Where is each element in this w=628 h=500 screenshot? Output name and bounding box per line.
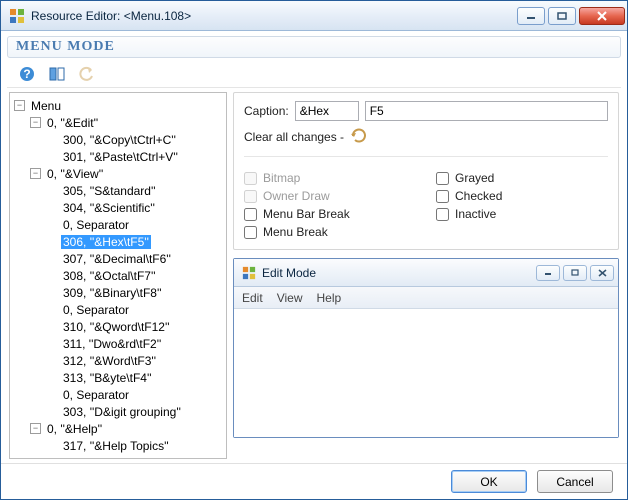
maximize-button[interactable] (548, 7, 576, 25)
window-buttons (517, 7, 625, 25)
preview-close-button[interactable] (590, 265, 614, 281)
tree-item-node[interactable]: 310, ''&Qword\tF12'' (46, 318, 226, 335)
tree-item-node[interactable]: 308, ''&Octal\tF7'' (46, 267, 226, 284)
preview-minimize-button[interactable] (536, 265, 560, 281)
menu-break-checkbox[interactable]: Menu Break (244, 225, 416, 239)
preview-titlebar[interactable]: Edit Mode (234, 259, 618, 287)
undo-icon[interactable] (77, 64, 97, 84)
tree-item-node[interactable]: 301, ''&Paste\tCtrl+V'' (46, 148, 226, 165)
preview-title: Edit Mode (262, 266, 536, 280)
properties-pane: Caption: Clear all changes - Bitmap Gray… (233, 92, 619, 459)
tree-item-node[interactable]: 0, Separator (46, 454, 226, 459)
preview-menubar: Edit View Help (234, 287, 618, 309)
main-area: −Menu−0, ''&Edit''300, ''&Copy\tCtrl+C''… (1, 88, 627, 463)
tree-item-node[interactable]: 304, ''&Scientific'' (46, 199, 226, 216)
tree-group-node[interactable]: −0, ''&View'' (30, 165, 226, 182)
tree-item-node[interactable]: 313, ''B&yte\tF4'' (46, 369, 226, 386)
clear-changes-label: Clear all changes - (244, 130, 344, 144)
window-title: Resource Editor: <Menu.108> (31, 9, 517, 23)
svg-text:?: ? (23, 67, 30, 81)
main-window: Resource Editor: <Menu.108> MENU MODE ? … (0, 0, 628, 500)
caption-input[interactable] (295, 101, 359, 121)
preview-window: Edit Mode Edit View Help (233, 258, 619, 438)
close-button[interactable] (579, 7, 625, 25)
tree-root-node[interactable]: −Menu (14, 97, 226, 114)
minimize-button[interactable] (517, 7, 545, 25)
titlebar[interactable]: Resource Editor: <Menu.108> (1, 1, 627, 31)
inactive-checkbox[interactable]: Inactive (436, 207, 608, 221)
preview-logo-icon (242, 266, 256, 280)
checked-checkbox[interactable]: Checked (436, 189, 608, 203)
tree-item-node[interactable]: 0, Separator (46, 386, 226, 403)
tree-item-node[interactable]: 309, ''&Binary\tF8'' (46, 284, 226, 301)
caption-group: Caption: Clear all changes - Bitmap Gray… (233, 92, 619, 250)
owner-draw-checkbox: Owner Draw (244, 189, 416, 203)
mode-strip: MENU MODE (7, 36, 621, 58)
tree-item-node[interactable]: 300, ''&Copy\tCtrl+C'' (46, 131, 226, 148)
help-icon[interactable]: ? (17, 64, 37, 84)
tree-item-node[interactable]: 305, ''S&tandard'' (46, 182, 226, 199)
cancel-button[interactable]: Cancel (537, 470, 613, 493)
shortcut-input[interactable] (365, 101, 608, 121)
collapse-icon[interactable]: − (30, 423, 41, 434)
dialog-footer: OK Cancel (1, 463, 627, 499)
caption-label: Caption: (244, 104, 289, 118)
tree-item-node[interactable]: 303, ''D&igit grouping'' (46, 403, 226, 420)
menu-bar-break-checkbox[interactable]: Menu Bar Break (244, 207, 416, 221)
mode-label: MENU MODE (16, 39, 115, 54)
tree-group-node[interactable]: −0, ''&Edit'' (30, 114, 226, 131)
tree-item-node[interactable]: 311, ''Dwo&rd\tF2'' (46, 335, 226, 352)
tree-item-node[interactable]: 0, Separator (46, 216, 226, 233)
preview-menu-view[interactable]: View (277, 291, 303, 305)
tree-item-node[interactable]: 306, ''&Hex\tF5'' (46, 233, 226, 250)
preview-menu-help[interactable]: Help (316, 291, 341, 305)
tree-item-node[interactable]: 307, ''&Decimal\tF6'' (46, 250, 226, 267)
collapse-icon[interactable]: − (14, 100, 25, 111)
clear-changes-icon[interactable] (350, 127, 368, 146)
collapse-icon[interactable]: − (30, 168, 41, 179)
preview-maximize-button[interactable] (563, 265, 587, 281)
tree-group-node[interactable]: −0, ''&Help'' (30, 420, 226, 437)
grayed-checkbox[interactable]: Grayed (436, 171, 608, 185)
preview-menu-edit[interactable]: Edit (242, 291, 263, 305)
app-logo-icon (9, 8, 25, 24)
menu-tree[interactable]: −Menu−0, ''&Edit''300, ''&Copy\tCtrl+C''… (9, 92, 227, 459)
ok-button[interactable]: OK (451, 470, 527, 493)
tree-item-node[interactable]: 317, ''&Help Topics'' (46, 437, 226, 454)
panel-toggle-icon[interactable] (47, 64, 67, 84)
bitmap-checkbox: Bitmap (244, 171, 416, 185)
preview-client-area (234, 309, 618, 437)
toolbar: ? (7, 60, 621, 88)
collapse-icon[interactable]: − (30, 117, 41, 128)
tree-item-node[interactable]: 312, ''&Word\tF3'' (46, 352, 226, 369)
tree-item-node[interactable]: 0, Separator (46, 301, 226, 318)
